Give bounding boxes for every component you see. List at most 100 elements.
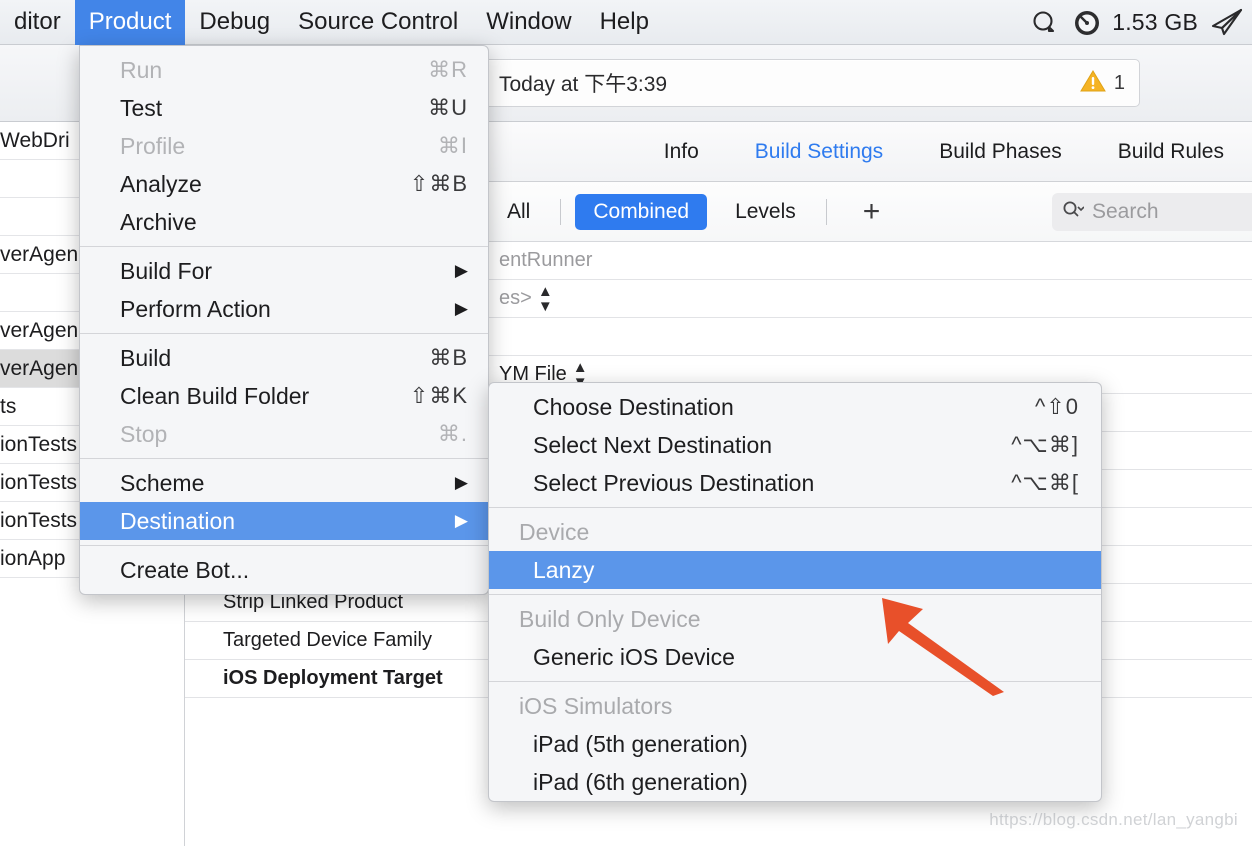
product-menu-item-clean-build-folder[interactable]: Clean Build Folder ⇧⌘K [80, 377, 488, 415]
issue-counters[interactable]: 1 [1079, 69, 1125, 98]
menu-bar[interactable]: ditor Product Debug Source Control Window Hel… [0, 0, 1252, 45]
menu-item-label: Select Previous Destination [533, 469, 815, 496]
warning-triangle-icon [1079, 69, 1106, 98]
product-menu-item-build-for[interactable]: Build For ▶ [80, 252, 488, 290]
menu-item-label: Profile [120, 132, 186, 159]
menu-item-shortcut: ^⌥⌘[ [1011, 470, 1079, 495]
destination-submenu[interactable]: Choose Destination ^⇧0 Select Next Destina… [488, 382, 1102, 802]
menu-item-label: Test [120, 94, 163, 121]
search-icon [1062, 200, 1085, 223]
menu-item-shortcut: ⌘R [428, 57, 468, 82]
product-menu-item-stop: Stop ⌘. [80, 415, 488, 453]
destination-item-lanzy[interactable]: Lanzy [489, 551, 1101, 589]
search-input[interactable]: Search [1092, 200, 1159, 224]
tab-build-settings[interactable]: Build Settings [727, 140, 911, 164]
filter-all[interactable]: All [485, 200, 552, 224]
menubar-item-window[interactable]: Window [472, 0, 585, 45]
group-label: Device [519, 518, 590, 545]
menu-item-label: Lanzy [533, 556, 595, 583]
menu-item-shortcut: ⌘U [428, 95, 468, 120]
setting-value-cell[interactable]: es> ▲ ▼ [485, 284, 1252, 314]
tab-build-phases[interactable]: Build Phases [911, 140, 1090, 164]
submenu-chevron-icon: ▶ [454, 511, 468, 530]
menu-item-label: Build [120, 344, 172, 371]
menu-item-shortcut: ^⌥⌘] [1011, 432, 1079, 457]
stepper-chevron-icon[interactable]: ▲▼ [538, 284, 553, 314]
search-field[interactable]: Search [1052, 192, 1252, 231]
product-menu-item-analyze[interactable]: Analyze ⇧⌘B [80, 165, 488, 203]
menu-item-shortcut: ⇧⌘B [409, 171, 468, 196]
submenu-chevron-icon: ▶ [454, 299, 468, 318]
product-menu[interactable]: Run ⌘R Test ⌘U Profile ⌘I Analyze ⇧⌘B Archive Bui… [79, 45, 489, 595]
product-menu-item-archive[interactable]: Archive [80, 203, 488, 241]
filter-divider-1 [560, 198, 562, 225]
product-menu-item-test[interactable]: Test ⌘U [80, 89, 488, 127]
menu-item-label: Scheme [120, 469, 205, 496]
destination-item-generic-ios-device[interactable]: Generic iOS Device [489, 638, 1101, 676]
menu-separator [80, 246, 488, 247]
menu-item-label: Run [120, 56, 163, 83]
menu-item-label: iPad (6th generation) [533, 768, 748, 795]
tab-build-rules[interactable]: Build Rules [1090, 140, 1252, 164]
destination-item-select-next-destination[interactable]: Select Next Destination ^⌥⌘] [489, 426, 1101, 464]
group-label: iOS Simulators [519, 692, 673, 719]
destination-item-ipad-5th-generation[interactable]: iPad (5th generation) [489, 725, 1101, 763]
menu-item-label: iPad (5th generation) [533, 730, 748, 757]
add-setting-button[interactable]: + [835, 196, 909, 227]
menubar-status-items[interactable]: 1.53 GB [1028, 0, 1252, 45]
menu-item-label: Choose Destination [533, 393, 734, 420]
menubar-item-ditor[interactable]: ditor [0, 0, 75, 45]
menu-item-label: Clean Build Folder [120, 382, 310, 409]
spotlight-search-icon[interactable] [1028, 6, 1062, 40]
filter-combined[interactable]: Combined [575, 193, 708, 230]
paper-plane-icon[interactable] [1208, 7, 1244, 39]
destination-item-choose-destination[interactable]: Choose Destination ^⇧0 [489, 388, 1101, 426]
menu-item-shortcut: ^⇧0 [1035, 394, 1079, 419]
product-menu-item-perform-action[interactable]: Perform Action ▶ [80, 290, 488, 328]
setting-value: entRunner [499, 249, 593, 271]
menubar-item-debug[interactable]: Debug [185, 0, 284, 45]
destination-item-ipad-6th-generation[interactable]: iPad (6th generation) [489, 763, 1101, 801]
speedometer-icon[interactable] [1072, 8, 1102, 38]
warning-count: 1 [1113, 71, 1125, 94]
menu-item-label: Select Next Destination [533, 431, 773, 458]
menubar-item-help[interactable]: Help [586, 0, 663, 45]
menu-item-label: Create Bot... [120, 556, 250, 583]
tab-info[interactable]: Info [636, 140, 727, 164]
menubar-item-source-control[interactable]: Source Control [284, 0, 472, 45]
setting-value-cell[interactable]: entRunner [485, 249, 1252, 272]
menu-item-shortcut: ⌘. [437, 421, 468, 446]
menubar-item-product[interactable]: Product [74, 0, 186, 45]
menu-item-label: Destination [120, 507, 236, 534]
activity-view[interactable]: Today at 下午3:39 1 [484, 59, 1140, 107]
product-menu-item-run: Run ⌘R [80, 51, 488, 89]
menu-item-label: Build For [120, 257, 213, 284]
submenu-chevron-icon: ▶ [454, 473, 468, 492]
setting-name: iOS Deployment Target [223, 667, 443, 689]
xcode-window: WebDri verAgen verAgen verAgen ts ionTests ion… [0, 0, 1252, 846]
menu-item-label: Perform Action [120, 295, 271, 322]
menu-item-label: Analyze [120, 170, 202, 197]
memory-usage-label: 1.53 GB [1112, 9, 1198, 35]
menu-item-label: Stop [120, 420, 168, 447]
submenu-chevron-icon: ▶ [454, 261, 468, 280]
filter-levels[interactable]: Levels [713, 200, 818, 224]
menu-separator [80, 333, 488, 334]
product-menu-item-create-bot[interactable]: Create Bot... [80, 551, 488, 589]
setting-value: es> [499, 287, 532, 309]
menu-item-label: Archive [120, 208, 197, 235]
product-menu-item-destination[interactable]: Destination ▶ [80, 502, 488, 540]
source-watermark: https://blog.csdn.net/lan_yangbi [989, 810, 1238, 829]
menu-item-shortcut: ⌘B [429, 345, 468, 370]
product-menu-item-profile: Profile ⌘I [80, 127, 488, 165]
menu-item-shortcut: ⇧⌘K [409, 383, 468, 408]
product-menu-item-scheme[interactable]: Scheme ▶ [80, 464, 488, 502]
setting-name: Targeted Device Family [223, 629, 432, 651]
menu-separator [489, 507, 1101, 508]
destination-item-select-previous-destination[interactable]: Select Previous Destination ^⌥⌘[ [489, 464, 1101, 502]
product-menu-item-build[interactable]: Build ⌘B [80, 339, 488, 377]
menu-separator [489, 594, 1101, 595]
destination-group-build-only-device: Build Only Device [489, 600, 1101, 638]
destination-group-ios-simulators: iOS Simulators [489, 687, 1101, 725]
menu-item-label: Generic iOS Device [533, 643, 735, 670]
